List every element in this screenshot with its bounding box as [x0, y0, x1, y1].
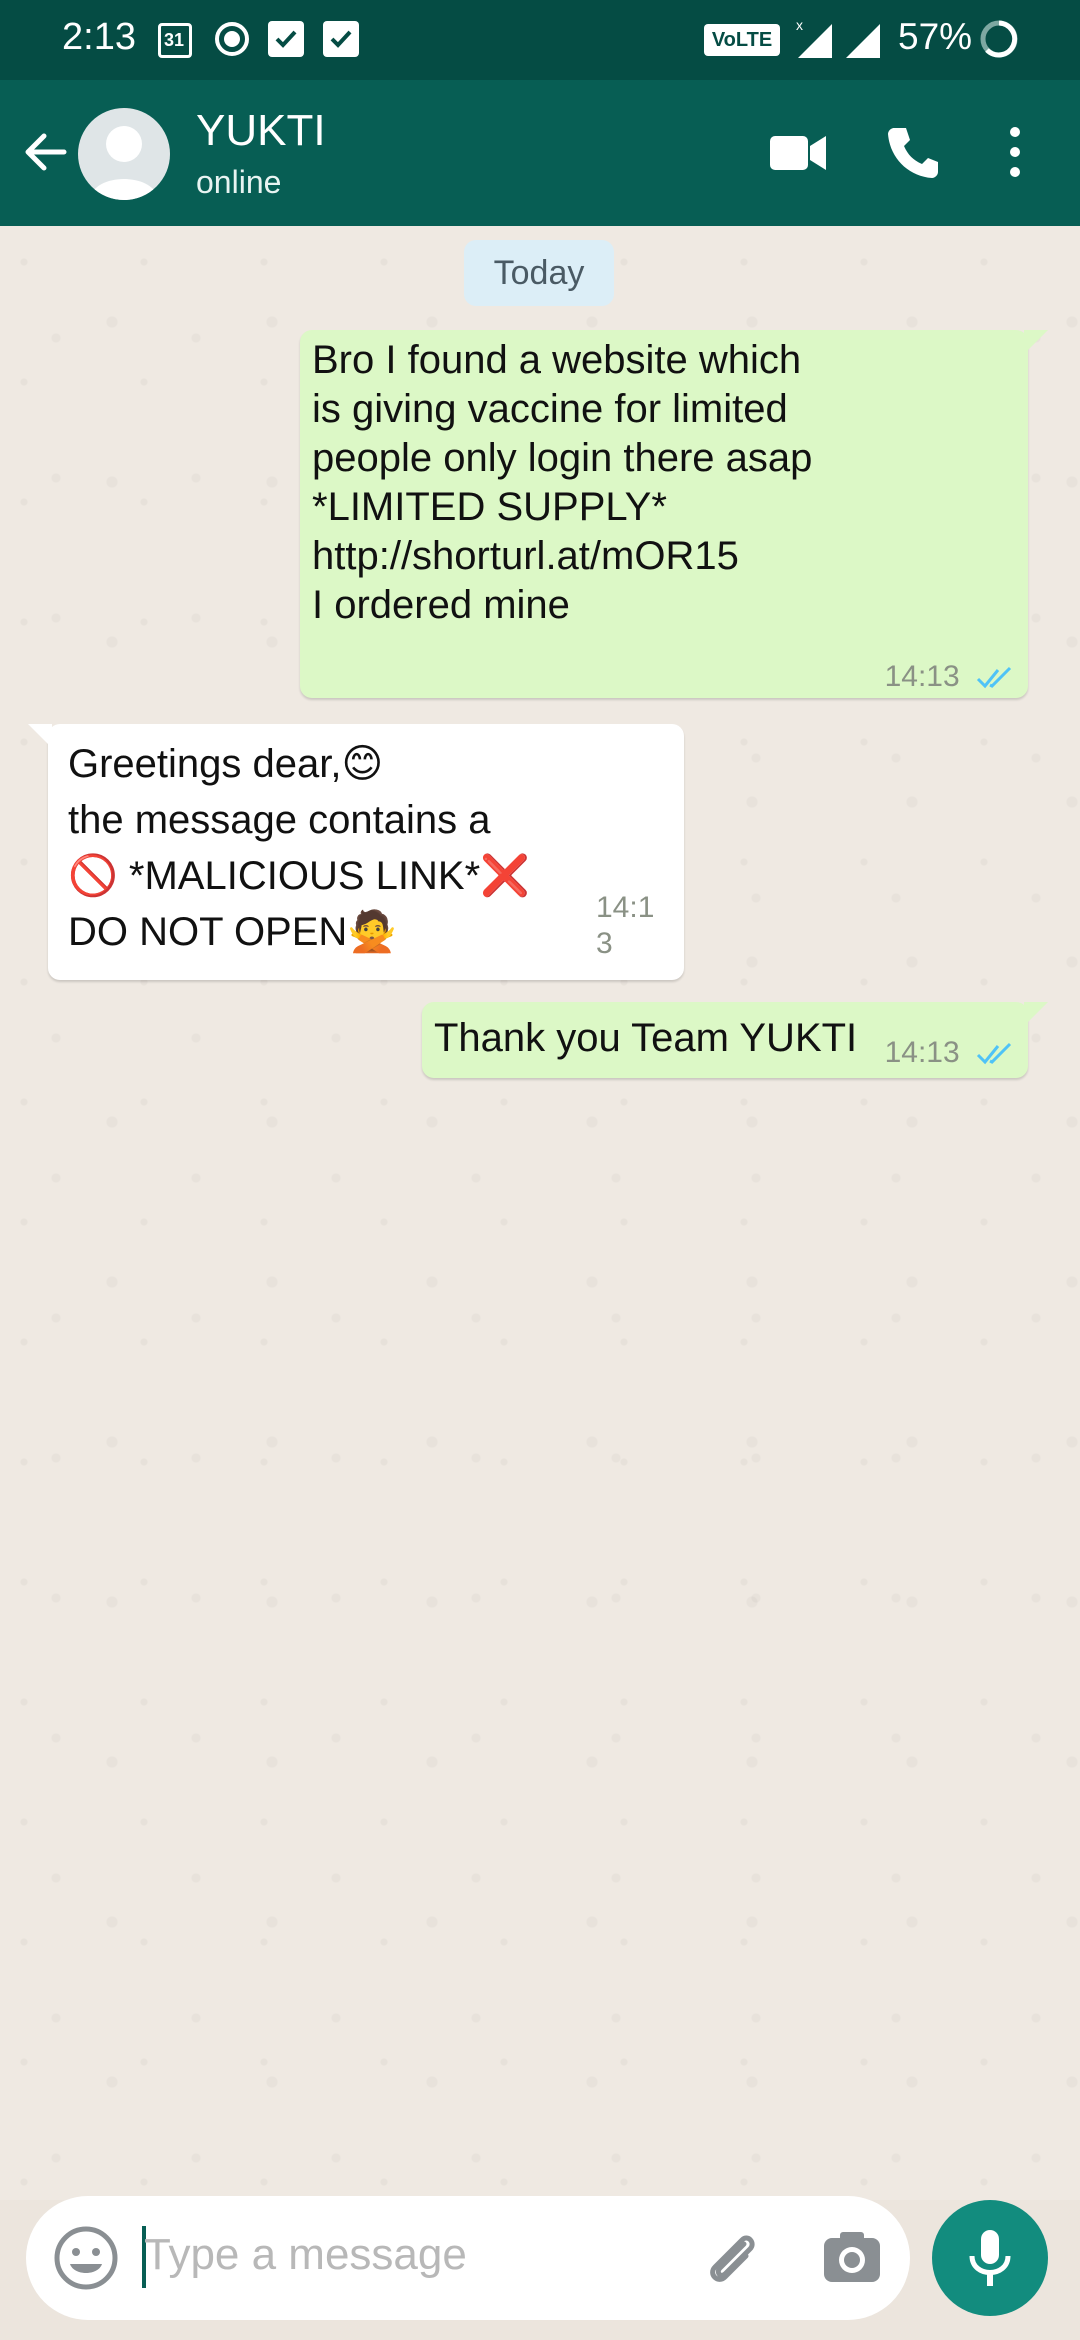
battery-percent: 57% — [898, 16, 973, 57]
message-bubble-incoming[interactable]: Greetings dear,😊 the message contains a … — [28, 724, 684, 980]
chat-header: YUKTI online — [0, 80, 1080, 226]
default-avatar-icon — [90, 126, 158, 200]
message-text: Thank you Team YUKTI — [434, 1016, 858, 1060]
voice-record-button[interactable] — [932, 2200, 1048, 2316]
battery-ring-icon — [980, 20, 1018, 58]
signal-icon-2 — [846, 24, 880, 58]
status-bar: 2:13 31 VoLTE x 57% — [0, 0, 1080, 80]
status-time: 2:13 — [62, 16, 136, 58]
voice-call-icon[interactable] — [884, 124, 940, 180]
message-time: 14:13 — [596, 891, 655, 960]
message-meta: 14:13 — [885, 1028, 1014, 1077]
message-time: 14:13 — [884, 660, 960, 693]
message-meta: 14:13 — [885, 652, 1014, 701]
task-check-icon-2 — [323, 21, 359, 57]
message-text: Bro I found a website which is giving va… — [312, 338, 813, 627]
double-check-read-icon — [976, 667, 1012, 689]
message-bubble-outgoing[interactable]: Bro I found a website which is giving va… — [300, 330, 1048, 701]
double-check-read-icon — [976, 1043, 1012, 1065]
message-text: Greetings dear,😊 the message contains a … — [68, 742, 530, 954]
calendar-icon: 31 — [158, 20, 192, 58]
calendar-day: 31 — [164, 30, 185, 50]
attach-paperclip-icon[interactable] — [700, 2226, 764, 2290]
message-bubble-outgoing[interactable]: Thank you Team YUKTI 14:13 — [422, 1002, 1048, 1078]
message-composer: Type a message — [26, 2196, 910, 2320]
emoji-icon[interactable] — [52, 2224, 120, 2292]
contact-status: online — [196, 164, 282, 200]
video-call-icon[interactable] — [768, 130, 830, 176]
message-input[interactable]: Type a message — [144, 2230, 467, 2280]
svg-text:x: x — [796, 18, 803, 33]
back-arrow-icon[interactable] — [20, 126, 72, 178]
chat-background[interactable]: Today Bro I found a website which is giv… — [0, 226, 1080, 2200]
record-icon — [215, 22, 249, 56]
bubble-tail — [28, 724, 52, 748]
avatar[interactable] — [78, 108, 170, 200]
contact-name[interactable]: YUKTI — [196, 106, 326, 156]
camera-icon[interactable] — [820, 2226, 884, 2290]
more-options-icon[interactable] — [1008, 124, 1022, 180]
task-check-icon — [268, 21, 304, 57]
bubble-tail — [1024, 1002, 1048, 1026]
microphone-icon — [969, 2230, 1011, 2286]
date-chip: Today — [464, 240, 614, 306]
volte-badge: VoLTE — [704, 24, 780, 56]
message-time: 14:13 — [884, 1036, 960, 1069]
bubble-tail — [1024, 330, 1048, 354]
signal-icon-1: x — [796, 18, 832, 58]
